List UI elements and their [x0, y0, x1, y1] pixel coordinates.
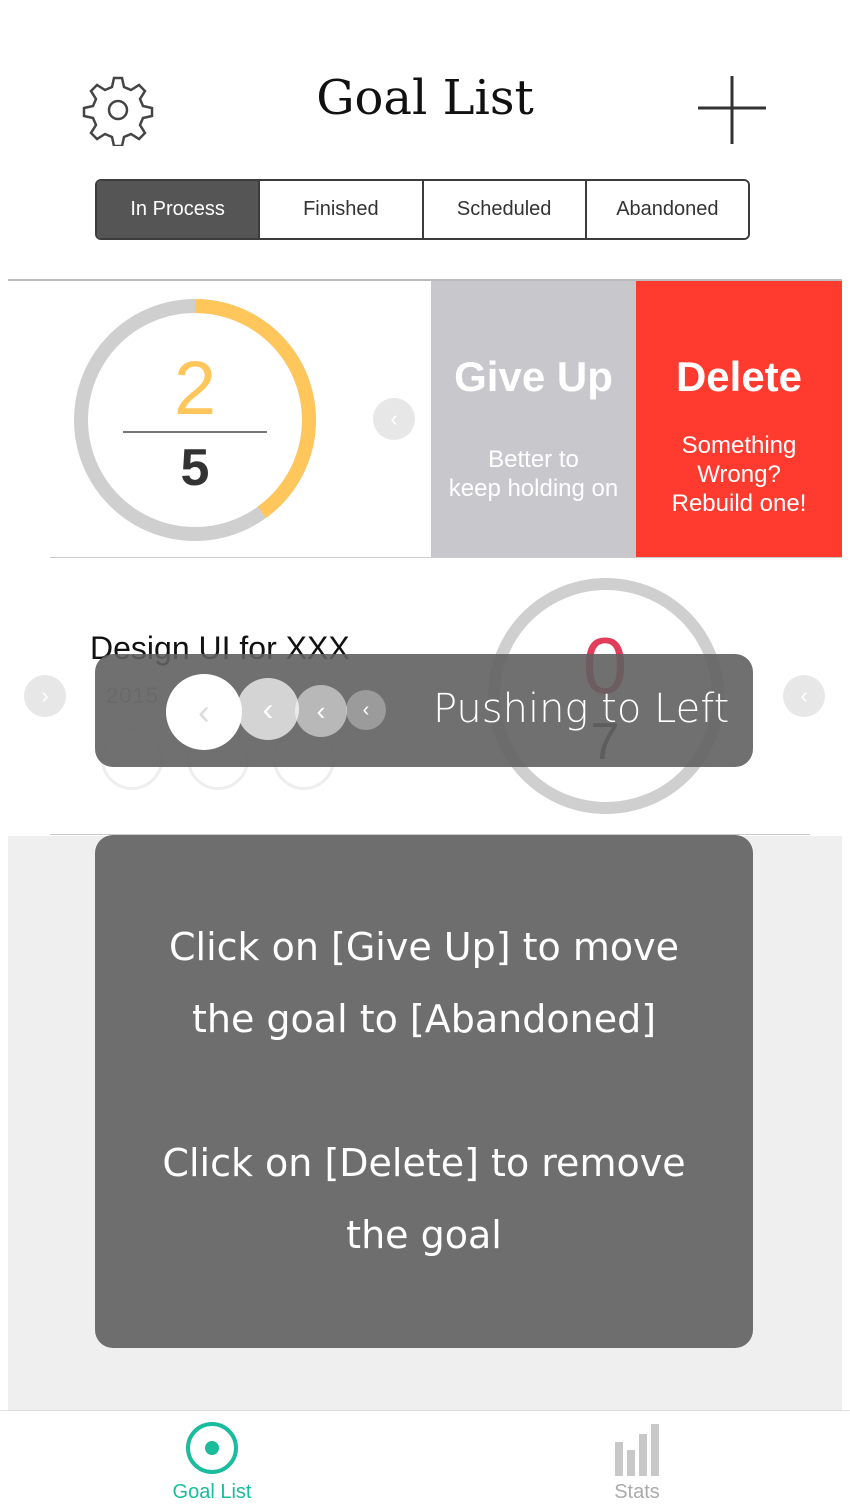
nav-goal-list[interactable]: Goal List	[150, 1420, 274, 1504]
info-line: Click on [Give Up] to move	[168, 925, 679, 969]
push-dot-icon: ‹	[346, 690, 386, 730]
delete-title: Delete	[675, 353, 803, 400]
delete-subtitle-2: Wrong?	[697, 461, 781, 488]
nav-stats[interactable]: Stats	[575, 1420, 699, 1504]
tab-in-process[interactable]: In Process	[97, 181, 261, 238]
give-up-button[interactable]: Give Up Better to keep holding on	[431, 281, 636, 557]
bottom-nav	[0, 1410, 850, 1512]
push-dot-icon: ‹	[295, 685, 347, 737]
push-dot-icon: ‹	[237, 678, 299, 740]
delete-subtitle-3: Rebuild one!	[671, 490, 807, 517]
info-line: Click on [Delete] to remove	[162, 1141, 686, 1185]
give-up-title: Give Up	[454, 353, 613, 400]
target-icon	[186, 1422, 238, 1474]
tab-finished[interactable]: Finished	[260, 181, 424, 238]
info-line: the goal	[346, 1213, 502, 1257]
swipe-right-icon[interactable]: ›	[24, 675, 66, 717]
progress-divider	[123, 431, 267, 433]
status-tabs: In Process Finished Scheduled Abandoned	[95, 179, 750, 240]
progress-total: 5	[180, 439, 210, 497]
delete-subtitle-1: Something	[681, 432, 797, 459]
swipe-left-icon[interactable]: ‹	[783, 675, 825, 717]
tab-scheduled[interactable]: Scheduled	[423, 181, 587, 238]
push-hint-text: Pushing to Left	[433, 686, 730, 732]
tab-abandoned[interactable]: Abandoned	[586, 181, 748, 238]
swipe-left-icon[interactable]: ‹	[373, 398, 415, 440]
info-line: the goal to [Abandoned]	[191, 997, 657, 1041]
nav-goal-list-label: Goal List	[172, 1481, 252, 1503]
add-goal-plus-icon[interactable]	[696, 74, 768, 146]
info-overlay: Click on [Give Up] to move the goal to […	[95, 835, 753, 1348]
bar-chart-icon	[615, 1424, 659, 1476]
delete-button[interactable]: Delete Something Wrong? Rebuild one!	[636, 281, 842, 557]
push-dot-icon: ‹	[166, 674, 242, 750]
nav-stats-label: Stats	[614, 1481, 660, 1503]
progress-done: 2	[173, 346, 217, 431]
give-up-subtitle-1: Better to	[488, 446, 579, 473]
give-up-subtitle-2: keep holding on	[448, 475, 619, 502]
row-divider	[50, 557, 842, 558]
